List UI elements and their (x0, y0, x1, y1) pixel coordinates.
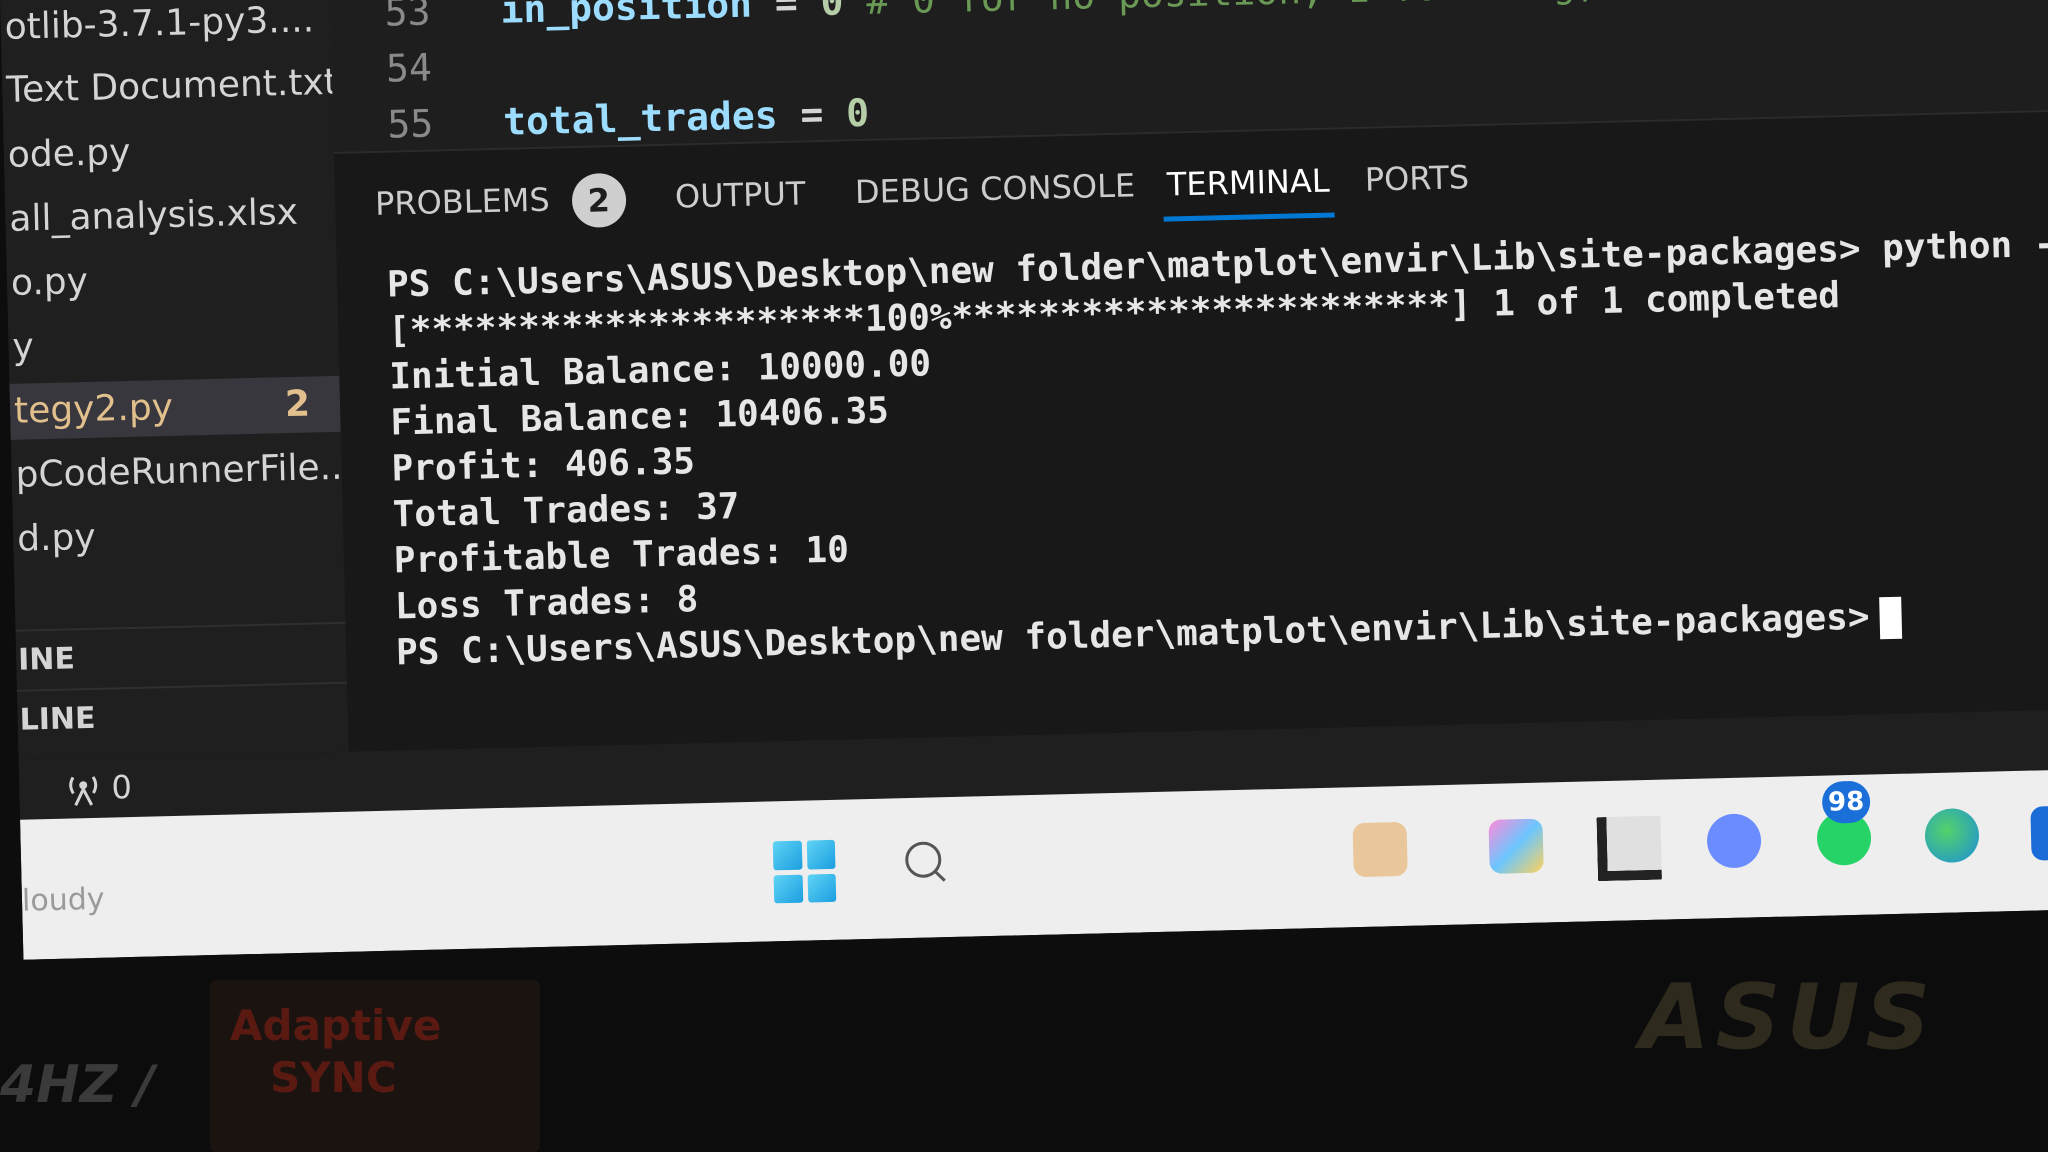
tab-debug-console[interactable]: DEBUG CONSOLE (854, 160, 1135, 217)
code-comment: # 0 for no position, 1 for long, -1 for … (843, 0, 1896, 23)
file-item-active[interactable]: tegy2.py 2 (9, 375, 345, 440)
bottom-panel: PROBLEMS 2 OUTPUT DEBUG CONSOLE TERMINAL … (333, 109, 2048, 754)
file-name: all_analysis.xlsx (8, 191, 299, 240)
tab-problems[interactable]: PROBLEMS 2 (374, 172, 627, 233)
code-value: 0 (845, 90, 870, 136)
file-item[interactable]: d.py (13, 504, 348, 568)
file-name: d.py (16, 516, 97, 560)
explorer-sidebar: otlib-3.7.1-py3.... Text Document.txt od… (0, 0, 351, 760)
problems-count-badge: 2 (571, 172, 627, 229)
tab-ports[interactable]: PORTS (1364, 152, 1469, 205)
file-item[interactable]: all_analysis.xlsx (5, 184, 340, 248)
tab-label: DEBUG CONSOLE (854, 166, 1136, 212)
outline-section[interactable]: INE (15, 621, 349, 690)
file-name: Text Document.txt (5, 61, 337, 111)
tab-terminal[interactable]: TERMINAL (1166, 156, 1330, 210)
tab-label: PROBLEMS (374, 180, 551, 223)
store-icon[interactable] (2030, 805, 2048, 861)
line-number: 55 (386, 101, 434, 147)
file-name: o.py (10, 260, 89, 304)
whatsapp-unread-badge: 98 (1821, 780, 1871, 824)
weather-widget[interactable]: loudy (22, 880, 105, 922)
search-icon[interactable] (904, 841, 942, 879)
tab-label: TERMINAL (1166, 161, 1330, 204)
file-item[interactable]: y (8, 312, 343, 376)
app-l-icon[interactable] (1596, 815, 1662, 882)
sticker-line: Adaptive (230, 1001, 442, 1050)
file-item[interactable]: ode.py (3, 120, 338, 184)
code-line: 54 (331, 38, 502, 98)
timeline-section[interactable]: LINE (16, 681, 351, 750)
file-item[interactable]: otlib-3.7.1-py3.... (0, 0, 335, 56)
line-number: 54 (385, 45, 433, 91)
file-item[interactable]: Text Document.txt (2, 55, 337, 119)
file-name: y (11, 326, 35, 368)
monitor-screen: otlib-3.7.1-py3.... Text Document.txt od… (0, 0, 2048, 960)
tab-label: OUTPUT (674, 174, 806, 216)
code-line: 53 in_position = 0 # 0 for no position, 1… (330, 0, 1896, 42)
status-ports-item[interactable]: 0 (65, 757, 133, 819)
file-item[interactable]: pCodeRunnerFile.... (11, 440, 346, 504)
brand-logo: ASUS (1640, 965, 1937, 1070)
folder-app-icon[interactable] (1352, 821, 1408, 878)
ports-count: 0 (110, 768, 133, 807)
file-name: ode.py (7, 131, 131, 176)
meet-icon[interactable] (1706, 813, 1762, 869)
tab-output[interactable]: OUTPUT (674, 168, 806, 221)
file-name: pCodeRunnerFile.... (15, 446, 347, 496)
file-name: tegy2.py (13, 386, 174, 432)
code-operator: = (777, 91, 847, 138)
windows-start-icon[interactable] (772, 839, 837, 904)
refresh-rate-label: 4HZ / (0, 1055, 155, 1115)
code-operator: = (751, 0, 822, 26)
copilot-pre-icon[interactable] (1488, 818, 1544, 874)
broadcast-icon (65, 769, 112, 808)
file-item[interactable]: o.py (6, 248, 341, 312)
file-name: otlib-3.7.1-py3.... (4, 0, 315, 48)
tab-label: PORTS (1364, 158, 1470, 199)
code-value: 0 (820, 0, 845, 24)
code-variable: in_position (499, 0, 753, 32)
line-number: 53 (384, 0, 431, 35)
sticker-line: SYNC (270, 1053, 397, 1102)
section-label: INE (17, 641, 76, 678)
sticker-text: Adaptive SYNC (230, 1000, 441, 1104)
terminal-cursor (1878, 596, 1903, 640)
code-variable (501, 44, 502, 88)
section-label: LINE (19, 700, 96, 738)
problem-count-badge: 2 (284, 383, 311, 426)
code-variable: total_trades (502, 93, 779, 144)
edge-icon[interactable] (1924, 807, 1980, 864)
terminal-output[interactable]: PS C:\Users\ASUS\Desktop\new folder\matp… (387, 217, 2048, 676)
